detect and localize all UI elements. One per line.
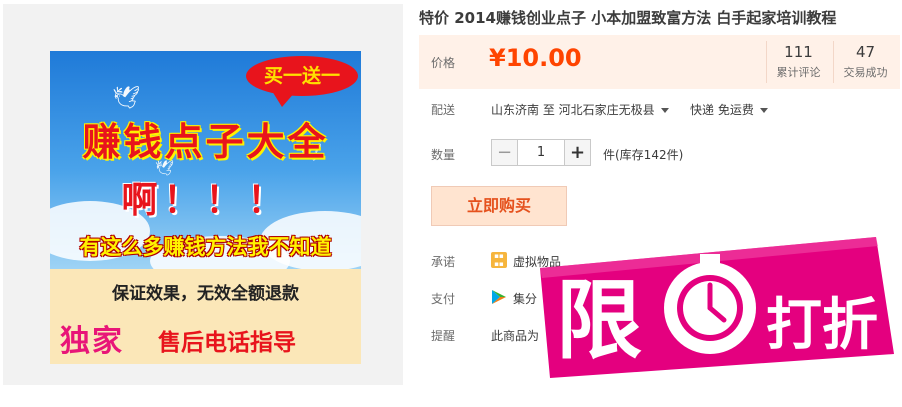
shipping-method-dropdown[interactable]: 快递 免运费 <box>690 101 768 118</box>
promise-label: 承诺 <box>431 255 456 269</box>
quantity-label: 数量 <box>431 148 456 162</box>
poster-exclaim: 啊！！！ <box>121 180 290 221</box>
limited-discount-badge: 限 打折 <box>540 237 894 378</box>
badge-limit-text: 限 <box>556 271 642 371</box>
stock-text: 件(库存142件) <box>603 148 684 162</box>
shipping-method: 快递 免运费 <box>690 103 754 117</box>
payment-play-icon <box>492 290 506 304</box>
price-value: ¥10.00 <box>489 44 582 72</box>
poster-guarantee: 保证效果，无效全额退款 <box>112 284 299 304</box>
payment-label: 支付 <box>431 292 456 306</box>
buy-now-button[interactable]: 立即购买 <box>431 186 567 226</box>
reminder-label: 提醒 <box>431 329 456 343</box>
chevron-down-icon <box>660 108 669 113</box>
review-count-label: 累计评论 <box>776 66 821 79</box>
price-label: 价格 <box>431 56 456 70</box>
poster-subline: 有这么多赚钱方法我不知道 <box>79 235 332 259</box>
poster-phone-guide: 售后电话指导 <box>158 330 296 356</box>
chevron-down-icon <box>759 108 768 113</box>
shipping-label: 配送 <box>431 103 456 117</box>
promo-speech-bubble: 买一送一 <box>246 56 358 96</box>
poster-exclusive: 独家 <box>60 324 124 359</box>
quantity-input[interactable]: 1 <box>518 139 564 166</box>
quantity-stepper: − 1 + <box>491 139 591 166</box>
transaction-count: 47 <box>855 43 876 61</box>
quantity-increase-button[interactable]: + <box>564 139 591 166</box>
stat-reviews[interactable]: 111 累计评论 <box>766 41 830 83</box>
poster-lower-band: 保证效果，无效全额退款 独家 售后电话指导 <box>50 269 361 364</box>
virtual-goods-icon: ▪▪ ▪▪ <box>491 252 507 268</box>
poster-headline: 赚钱点子大全 <box>82 120 329 164</box>
product-image-panel: 🕊 🕊 🕊 买一送一 赚钱点子大全 啊！！！ 有这么多赚钱方法我不知道 保证效果… <box>3 4 403 385</box>
badge-discount-text: 打折 <box>766 293 878 358</box>
speech-bubble-tail <box>272 91 296 107</box>
price-box: 价格 ¥10.00 111 累计评论 47 交易成功 <box>419 35 900 89</box>
review-count: 111 <box>784 43 813 61</box>
shipping-route-dropdown[interactable]: 山东济南 至 河北石家庄无极县 <box>491 101 669 118</box>
reminder-text: 此商品为 <box>491 329 540 343</box>
payment-text[interactable]: 集分 <box>513 290 537 307</box>
shipping-route: 山东济南 至 河北石家庄无极县 <box>491 103 655 117</box>
product-title: 特价 2014赚钱创业点子 小本加盟致富方法 白手起家培训教程 <box>419 9 837 27</box>
transaction-count-label: 交易成功 <box>843 66 888 79</box>
stat-transactions[interactable]: 47 交易成功 <box>833 41 897 83</box>
dove-icon: 🕊 <box>112 86 140 111</box>
product-image[interactable]: 🕊 🕊 🕊 买一送一 赚钱点子大全 啊！！！ 有这么多赚钱方法我不知道 保证效果… <box>50 51 361 364</box>
quantity-decrease-button[interactable]: − <box>491 139 518 166</box>
